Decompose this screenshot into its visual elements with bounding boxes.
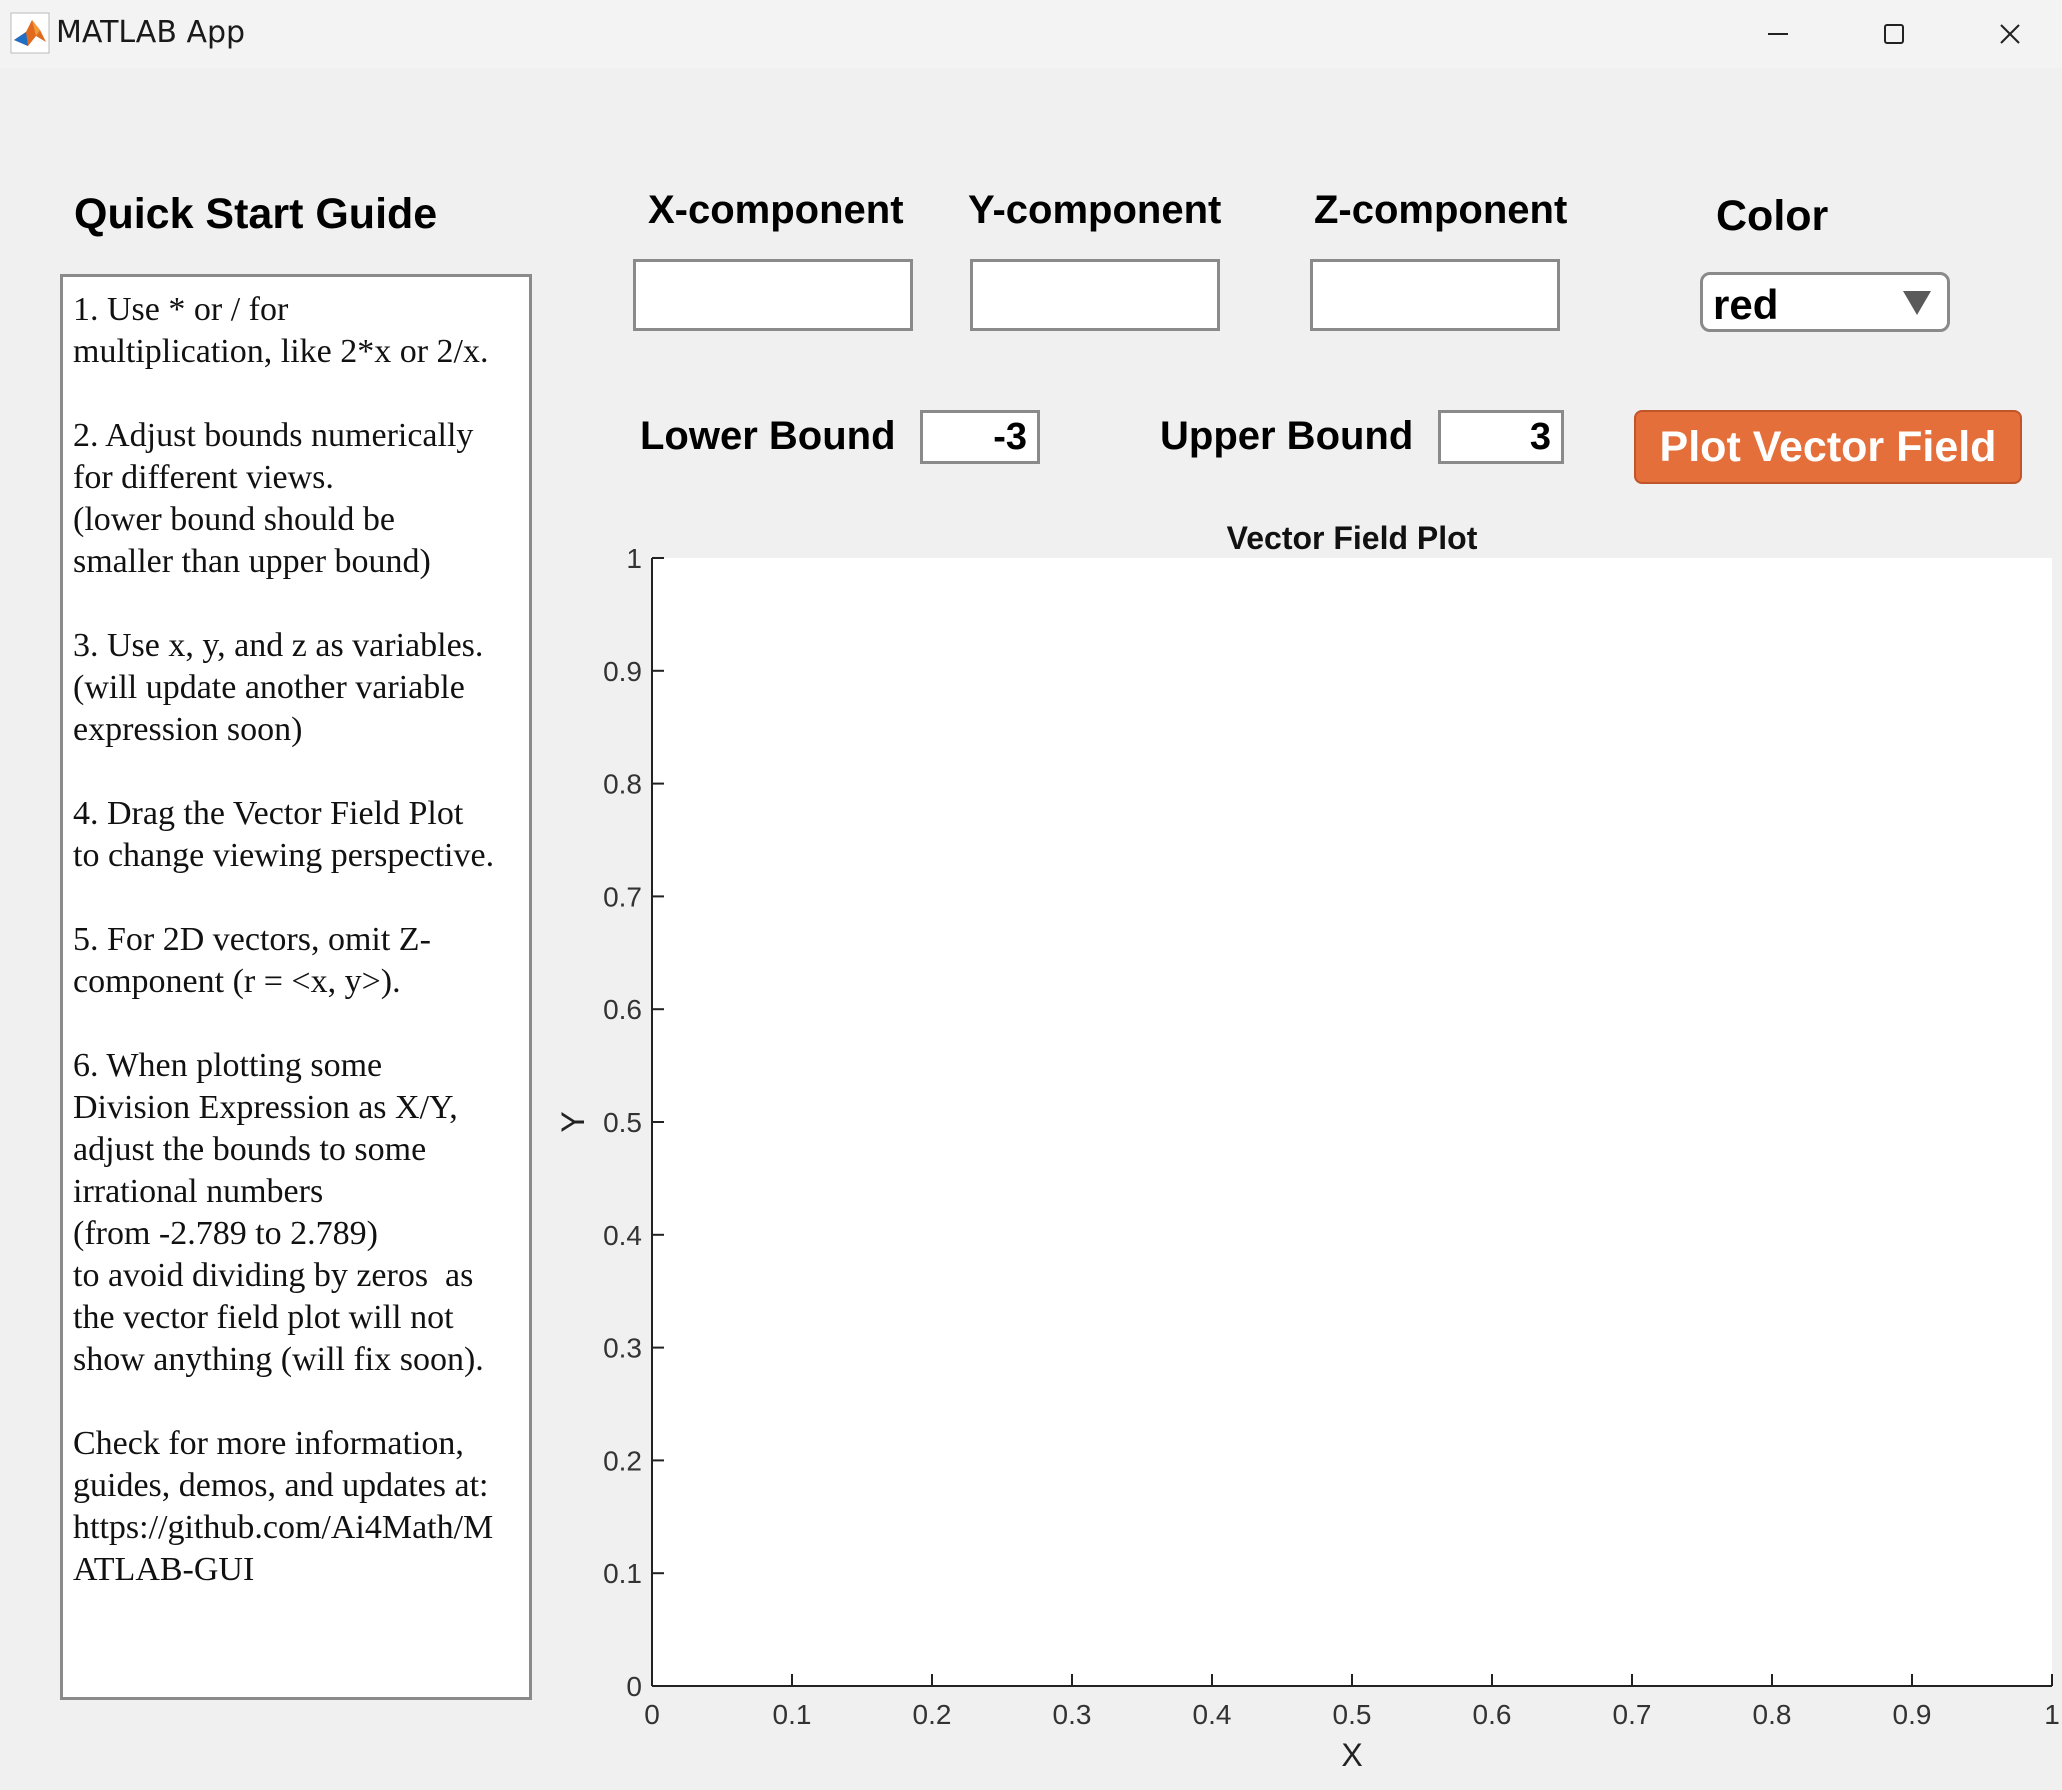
y-tick-label: 0.9 xyxy=(603,656,642,687)
y-tick-label: 0.1 xyxy=(603,1558,642,1589)
x-tick-label: 0.8 xyxy=(1753,1699,1792,1730)
x-tick-label: 0.6 xyxy=(1473,1699,1512,1730)
y-tick-label: 0.8 xyxy=(603,769,642,800)
x-tick-label: 0.4 xyxy=(1193,1699,1232,1730)
y-tick-label: 0 xyxy=(626,1671,642,1702)
vector-field-plot[interactable]: Vector Field Plot 0 0.1 0.2 0.3 0.4 0.5 0.6 0.7… xyxy=(0,0,2062,1790)
x-tick-label: 0.3 xyxy=(1053,1699,1092,1730)
y-tick-label: 0.2 xyxy=(603,1445,642,1476)
y-tick-label: 0.3 xyxy=(603,1333,642,1364)
chart-title: Vector Field Plot xyxy=(1227,520,1478,556)
x-axis-label: X xyxy=(1341,1737,1362,1773)
x-tick-label: 0.1 xyxy=(773,1699,812,1730)
y-tick-label: 0.4 xyxy=(603,1220,642,1251)
y-tick-label: 0.5 xyxy=(603,1107,642,1138)
x-tick-label: 0.5 xyxy=(1333,1699,1372,1730)
y-tick-label: 0.7 xyxy=(603,881,642,912)
x-tick-label: 0 xyxy=(644,1699,660,1730)
x-tick-label: 0.9 xyxy=(1893,1699,1932,1730)
y-tick-label: 0.6 xyxy=(603,994,642,1025)
x-tick-label: 0.2 xyxy=(913,1699,952,1730)
y-tick-label: 1 xyxy=(626,543,642,574)
x-tick-label: 0.7 xyxy=(1613,1699,1652,1730)
plot-background xyxy=(652,558,2052,1686)
y-axis-label: Y xyxy=(555,1111,591,1132)
x-tick-label: 1 xyxy=(2044,1699,2060,1730)
